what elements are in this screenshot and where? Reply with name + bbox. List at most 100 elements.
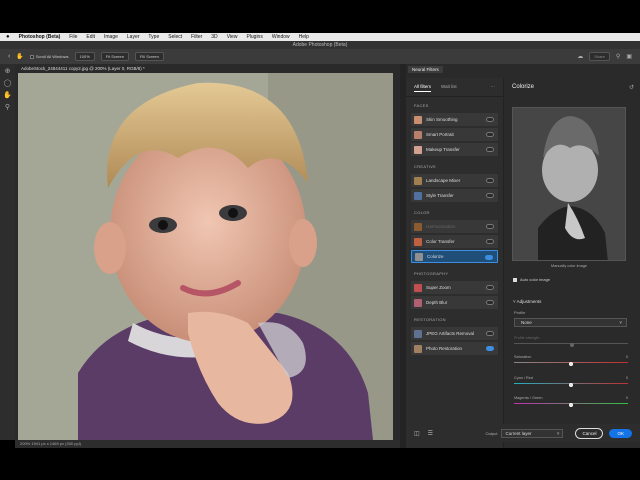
workspace-icon[interactable]: ▣ xyxy=(626,53,632,60)
menu-edit[interactable]: Edit xyxy=(86,34,95,40)
output-value: Current layer xyxy=(505,430,532,436)
filter-item-color-transfer[interactable]: Color Transfer xyxy=(411,235,498,248)
menu-app-name[interactable]: Photoshop (Beta) xyxy=(19,34,61,40)
scroll-all-windows-checkbox[interactable]: Scroll All Windows xyxy=(29,54,69,59)
filter-item-landscape-mixer[interactable]: Landscape Mixer xyxy=(411,174,498,187)
profile-select[interactable]: None ˅ xyxy=(514,318,627,327)
menu-plugins[interactable]: Plugins xyxy=(246,34,262,40)
filter-toggle[interactable] xyxy=(486,224,494,229)
filter-toggle[interactable] xyxy=(486,239,494,244)
tab-all-filters[interactable]: All filters xyxy=(414,84,432,92)
ok-button[interactable]: OK xyxy=(609,428,632,438)
output-select[interactable]: Current layer ˅ xyxy=(501,428,564,438)
filter-item-photo-restoration[interactable]: Photo Restoration xyxy=(411,342,498,355)
cyan-red-value: 0 xyxy=(625,376,628,380)
profile-value: None xyxy=(521,320,532,325)
hand-tool-icon[interactable]: ✋ xyxy=(16,53,23,60)
cloud-icon[interactable]: ☁ xyxy=(577,53,583,60)
home-icon[interactable]: ‹ xyxy=(8,53,10,60)
filter-toggle[interactable] xyxy=(486,117,494,122)
menu-3d[interactable]: 3D xyxy=(211,34,217,40)
filter-thumbnail xyxy=(414,344,422,353)
filter-item-makeup-transfer[interactable]: Makeup Transfer xyxy=(411,143,498,156)
history-brush-icon[interactable]: ◯ xyxy=(3,79,12,88)
share-button[interactable]: Share xyxy=(589,52,610,61)
more-icon[interactable]: ⋯ xyxy=(491,84,496,92)
filter-toggle[interactable] xyxy=(486,331,494,336)
zoom-tool-icon[interactable]: ⚲ xyxy=(3,103,12,112)
filter-item-smart-portrait[interactable]: Smart Portrait xyxy=(411,128,498,141)
filter-item-colorize[interactable]: Colorize xyxy=(411,250,498,263)
slider-knob[interactable] xyxy=(569,383,573,387)
slider-knob[interactable] xyxy=(569,403,573,407)
menu-view[interactable]: View xyxy=(227,34,238,40)
zoom-100-button[interactable]: 100% xyxy=(74,52,95,61)
filter-item-style-transfer[interactable]: Style Transfer xyxy=(411,189,498,202)
auto-color-checkbox[interactable]: Auto color image xyxy=(513,277,550,282)
slider-knob[interactable] xyxy=(570,343,574,347)
search-icon[interactable]: ⚲ xyxy=(616,53,620,60)
scroll-all-windows-label: Scroll All Windows xyxy=(35,54,69,59)
saturation-slider[interactable]: Saturation 0 xyxy=(514,355,628,366)
filter-item-depth-blur[interactable]: Depth Blur xyxy=(411,296,498,309)
filter-label: Style Transfer xyxy=(426,193,454,198)
tab-wait-list[interactable]: Wait list xyxy=(441,84,457,92)
filter-toggle[interactable] xyxy=(486,193,494,198)
tab-neural-filters[interactable]: Neural Filters xyxy=(408,66,443,73)
menu-image[interactable]: Image xyxy=(104,34,118,40)
filter-item-jpeg-artifacts-removal[interactable]: JPEG Artifacts Removal xyxy=(411,327,498,340)
filter-toggle[interactable] xyxy=(486,132,494,137)
section-header: CREATIVE xyxy=(414,164,437,169)
apple-icon[interactable]: ● xyxy=(6,34,10,40)
slider-knob[interactable] xyxy=(569,362,573,366)
filter-thumbnail xyxy=(414,115,422,124)
menu-type[interactable]: Type xyxy=(148,34,159,40)
magenta-green-slider[interactable]: Magenta / Green 0 xyxy=(514,396,628,407)
filter-toggle[interactable] xyxy=(486,300,494,305)
saturation-label: Saturation xyxy=(514,355,532,359)
compare-icon[interactable]: ◫ xyxy=(414,430,420,437)
filter-label: JPEG Artifacts Removal xyxy=(426,331,475,336)
menu-file[interactable]: File xyxy=(69,34,77,40)
move-tool-icon[interactable]: ⊕ xyxy=(3,67,12,76)
filter-toggle[interactable] xyxy=(486,147,494,152)
filter-detail-title: Colorize xyxy=(512,84,535,90)
document-tab[interactable]: AdobeStock_24844411 copy2.jpg @ 200% (La… xyxy=(15,64,400,73)
magenta-green-value: 0 xyxy=(625,396,628,400)
layers-icon[interactable]: ☰ xyxy=(428,430,433,437)
filter-label: Photo Restoration xyxy=(426,346,463,351)
filter-toggle[interactable] xyxy=(486,346,494,351)
filter-item-harmonization[interactable]: Harmonization xyxy=(411,220,498,233)
filter-thumbnail xyxy=(414,145,422,154)
chevron-down-icon: ˅ xyxy=(556,430,560,436)
fit-screen-button[interactable]: Fit Screen xyxy=(100,52,129,61)
filter-item-skin-smoothing[interactable]: Skin Smoothing xyxy=(411,113,498,126)
reset-icon[interactable]: ↺ xyxy=(629,84,634,91)
menu-filter[interactable]: Filter xyxy=(191,34,202,40)
options-bar: ‹ ✋ Scroll All Windows 100% Fit Screen F… xyxy=(0,49,640,64)
preview-image xyxy=(513,108,625,260)
adjustments-label: Adjustments xyxy=(516,299,542,304)
magenta-green-label: Magenta / Green xyxy=(514,396,543,400)
document-image[interactable] xyxy=(18,73,393,440)
hand-tool-icon[interactable]: ✋ xyxy=(3,91,12,100)
menu-window[interactable]: Window xyxy=(272,34,290,40)
chevron-down-icon: ˅ xyxy=(619,320,622,325)
filter-label: Colorize xyxy=(427,254,444,259)
filter-item-super-zoom[interactable]: Super Zoom xyxy=(411,281,498,294)
window-title: Adobe Photoshop (Beta) xyxy=(0,41,640,49)
cancel-button[interactable]: Cancel xyxy=(575,427,604,439)
menu-help[interactable]: Help xyxy=(299,34,309,40)
cyan-red-slider[interactable]: Cyan / Red 0 xyxy=(514,376,628,387)
fill-screen-button[interactable]: Fill Screen xyxy=(134,52,164,61)
profile-strength-slider[interactable]: Profile strength xyxy=(514,336,628,347)
filter-toggle[interactable] xyxy=(486,178,494,183)
filter-thumbnail xyxy=(414,176,422,185)
filter-label: Skin Smoothing xyxy=(426,117,458,122)
filter-toggle[interactable] xyxy=(485,255,493,260)
filter-toggle[interactable] xyxy=(486,285,494,290)
adjustments-header[interactable]: ˅ Adjustments xyxy=(513,299,541,304)
menu-layer[interactable]: Layer xyxy=(127,34,140,40)
colorize-preview[interactable] xyxy=(512,107,626,261)
menu-select[interactable]: Select xyxy=(168,34,182,40)
